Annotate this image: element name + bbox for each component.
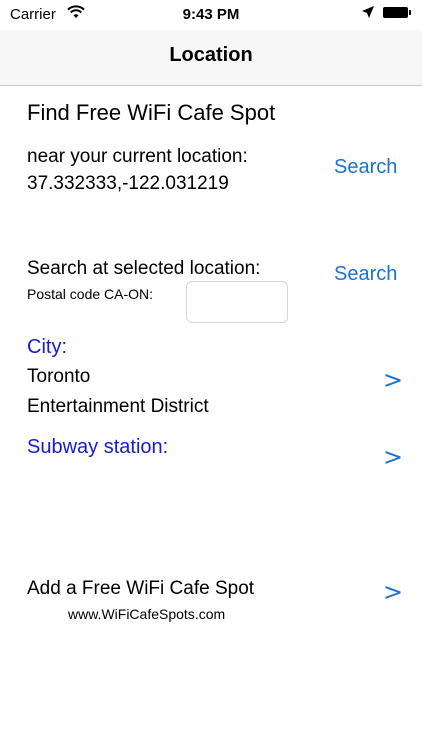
city-district: Entertainment District (27, 396, 209, 417)
near-location-label: near your current location: (27, 146, 248, 167)
location-arrow-icon (362, 6, 374, 18)
navigation-bar: Location (0, 30, 422, 86)
website-label: www.WiFiCafeSpots.com (68, 606, 226, 622)
status-time: 9:43 PM (182, 6, 240, 23)
page-title: Location (169, 44, 253, 66)
battery-icon (383, 7, 411, 18)
subway-chevron-icon[interactable]: > (383, 443, 403, 471)
subway-section-header: Subway station: (27, 436, 169, 458)
status-bar: Carrier 9:43 PM (0, 0, 422, 30)
selected-location-label: Search at selected location: (27, 258, 261, 279)
add-spot-chevron-icon[interactable]: > (383, 578, 403, 606)
app-heading: Find Free WiFi Cafe Spot (27, 100, 276, 125)
postal-code-input[interactable] (186, 281, 288, 323)
city-section-header: City: (27, 336, 67, 358)
city-chevron-icon[interactable]: > (383, 366, 403, 394)
postal-code-label: Postal code CA-ON: (27, 286, 154, 302)
city-name: Toronto (27, 366, 91, 387)
search-selected-location-button[interactable]: Search (334, 263, 397, 286)
add-spot-label[interactable]: Add a Free WiFi Cafe Spot (27, 578, 254, 600)
search-current-location-button[interactable]: Search (334, 156, 397, 179)
current-coordinates: 37.332333,-122.031219 (27, 173, 229, 194)
